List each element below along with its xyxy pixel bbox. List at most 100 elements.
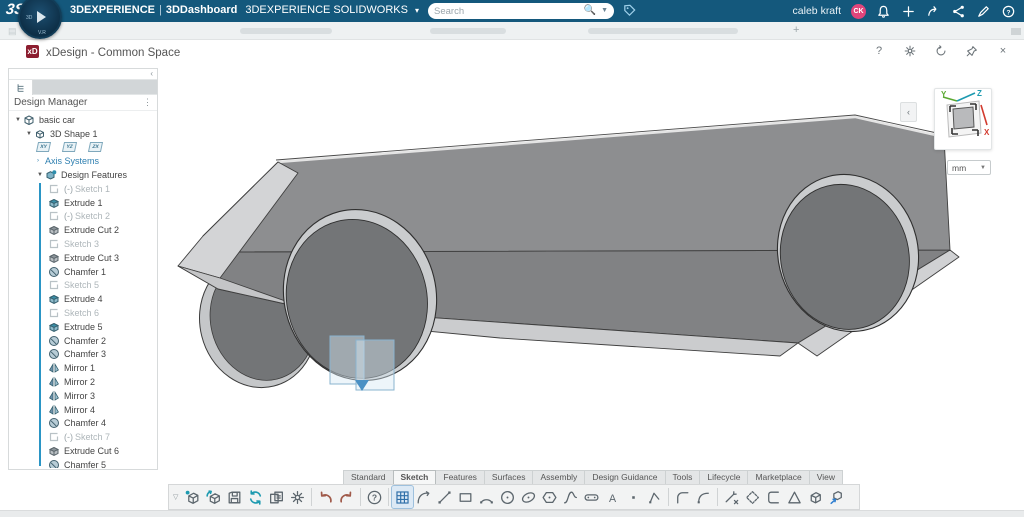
view-cube[interactable]: Y Z X (934, 88, 992, 150)
tree-item-sketch-7[interactable]: (-) Sketch 7 (9, 430, 157, 444)
point-tool[interactable] (623, 486, 644, 508)
polyline-tool[interactable] (644, 486, 665, 508)
transfer-tool[interactable] (266, 486, 287, 508)
user-name[interactable]: caleb kraft (793, 5, 841, 17)
help-circle-icon[interactable]: ? (1001, 4, 1016, 19)
expand-caret-icon[interactable]: ▼ (37, 172, 45, 178)
close-icon[interactable]: × (996, 44, 1010, 58)
tree-item-mirror-4[interactable]: Mirror 4 (9, 403, 157, 417)
settings-tool[interactable] (287, 486, 308, 508)
ribbon-tab-design-guidance[interactable]: Design Guidance (584, 470, 666, 484)
ribbon-tab-assembly[interactable]: Assembly (532, 470, 586, 484)
circle-tool[interactable] (497, 486, 518, 508)
box-tool[interactable] (805, 486, 826, 508)
ribbon-tab-marketplace[interactable]: Marketplace (747, 470, 810, 484)
dashboard-tab-placeholder[interactable] (430, 28, 506, 34)
spline-tool[interactable] (560, 486, 581, 508)
reference-planes-row[interactable]: XY YZ ZX (9, 141, 157, 155)
polygon-tool[interactable] (539, 486, 560, 508)
design-manager-header[interactable]: Design Manager ⋮ (9, 95, 157, 111)
search-icon[interactable]: 🔍 (584, 3, 596, 19)
sketch-tool[interactable] (391, 485, 415, 509)
car-model[interactable] (158, 64, 1024, 470)
search-input[interactable] (434, 5, 584, 17)
sync-tool[interactable] (245, 486, 266, 508)
tree-item-design-features[interactable]: ▼ Design Features (9, 168, 157, 182)
plus-icon[interactable] (901, 4, 916, 19)
text-tool[interactable]: A (602, 486, 623, 508)
tree-item-extrude-5[interactable]: Extrude 5 (9, 320, 157, 334)
offset-tool[interactable] (742, 486, 763, 508)
slot-tool[interactable] (581, 486, 602, 508)
settings-gear-icon[interactable] (903, 44, 917, 58)
user-avatar[interactable]: CK (851, 3, 866, 19)
dashboard-menu-icon[interactable]: ▤ (8, 26, 17, 37)
pen-icon[interactable] (976, 4, 991, 19)
expand-caret-icon[interactable]: ▼ (26, 131, 34, 137)
new-dashboard-tab-button[interactable]: + (793, 24, 799, 36)
global-search[interactable]: 🔍 ▼ (428, 3, 614, 19)
units-dropdown[interactable]: mm ▼ (947, 160, 991, 175)
tree-item-sketch-1[interactable]: (-) Sketch 1 (9, 182, 157, 196)
kebab-menu-icon[interactable]: ⋮ (143, 97, 152, 108)
fillet-tool[interactable] (672, 486, 693, 508)
arc-tool[interactable] (476, 486, 497, 508)
new-shape-tool[interactable] (182, 486, 203, 508)
save-tool[interactable] (224, 486, 245, 508)
tree-item-chamfer-1[interactable]: Chamfer 1 (9, 265, 157, 279)
undo-tool[interactable] (315, 486, 336, 508)
rectangle-tool[interactable] (455, 486, 476, 508)
ribbon-tab-tools[interactable]: Tools (664, 470, 701, 484)
ellipse-tool[interactable] (518, 486, 539, 508)
tree-item-chamfer-4[interactable]: Chamfer 4 (9, 417, 157, 431)
tree-item-mirror-1[interactable]: Mirror 1 (9, 361, 157, 375)
platform-switcher[interactable]: 3DEXPERIENCE SOLIDWORKS ▾ (245, 4, 419, 16)
expand-caret-icon[interactable]: › (37, 158, 45, 164)
tree-item-chamfer-3[interactable]: Chamfer 3 (9, 348, 157, 362)
tree-item-mirror-2[interactable]: Mirror 2 (9, 375, 157, 389)
plane-yz-icon[interactable]: YZ (61, 142, 78, 153)
project-tool[interactable] (826, 486, 847, 508)
ribbon-tab-surfaces[interactable]: Surfaces (483, 470, 534, 484)
tree-view-tab[interactable] (9, 80, 33, 95)
collapse-right-panel-button[interactable]: ‹ (900, 102, 917, 122)
tree-item-extrude-1[interactable]: Extrude 1 (9, 196, 157, 210)
trim-tool[interactable] (721, 486, 742, 508)
ribbon-tab-sketch[interactable]: Sketch (392, 470, 437, 484)
tree-item-chamfer-2[interactable]: Chamfer 2 (9, 334, 157, 348)
tree-item-sketch-6[interactable]: Sketch 6 (9, 306, 157, 320)
tree-item-axis-systems[interactable]: › Axis Systems (9, 154, 157, 168)
corner-arc-tool[interactable] (693, 486, 714, 508)
share-network-icon[interactable] (951, 4, 966, 19)
tree-item-chamfer-5[interactable]: Chamfer 5 (9, 458, 157, 468)
ribbon-tab-features[interactable]: Features (435, 470, 485, 484)
bell-icon[interactable] (876, 4, 891, 19)
refresh-icon[interactable] (934, 44, 948, 58)
tree-item-sketch-5[interactable]: Sketch 5 (9, 279, 157, 293)
expand-caret-icon[interactable]: ▼ (15, 117, 23, 123)
sketch-selection-highlight[interactable] (329, 335, 395, 391)
ribbon-tab-standard[interactable]: Standard (343, 470, 394, 484)
tree-item-extrude-cut-3[interactable]: Extrude Cut 3 (9, 251, 157, 265)
3d-viewport[interactable]: ‹ Y Z X mm ▼ (158, 64, 1024, 470)
search-options-chevron-icon[interactable]: ▼ (601, 3, 608, 19)
tree-item-basic-car[interactable]: ▼ basic car (9, 113, 157, 127)
convert-tool[interactable] (784, 486, 805, 508)
redo-tool[interactable] (336, 486, 357, 508)
plane-zx-icon[interactable]: ZX (87, 142, 104, 153)
tree-item-3d-shape-1[interactable]: ▼ 3D Shape 1 (9, 127, 157, 141)
line-tool[interactable] (434, 486, 455, 508)
tree-item-mirror-3[interactable]: Mirror 3 (9, 389, 157, 403)
help-tool[interactable]: ? (364, 486, 385, 508)
ribbon-tab-view[interactable]: View (808, 470, 844, 484)
tree-item-sketch-3[interactable]: Sketch 3 (9, 237, 157, 251)
smart-sketch-tool[interactable] (413, 486, 434, 508)
pin-icon[interactable] (965, 44, 979, 58)
share-forward-icon[interactable] (926, 4, 941, 19)
toolbar-collapse-icon[interactable]: ▽ (173, 493, 178, 501)
tag-icon[interactable] (622, 3, 637, 18)
tree-item-extrude-cut-6[interactable]: Extrude Cut 6 (9, 444, 157, 458)
panel-collapse-icon[interactable]: ‹ (150, 69, 153, 78)
offset-entities-tool[interactable] (763, 486, 784, 508)
help-icon[interactable]: ? (872, 44, 886, 58)
